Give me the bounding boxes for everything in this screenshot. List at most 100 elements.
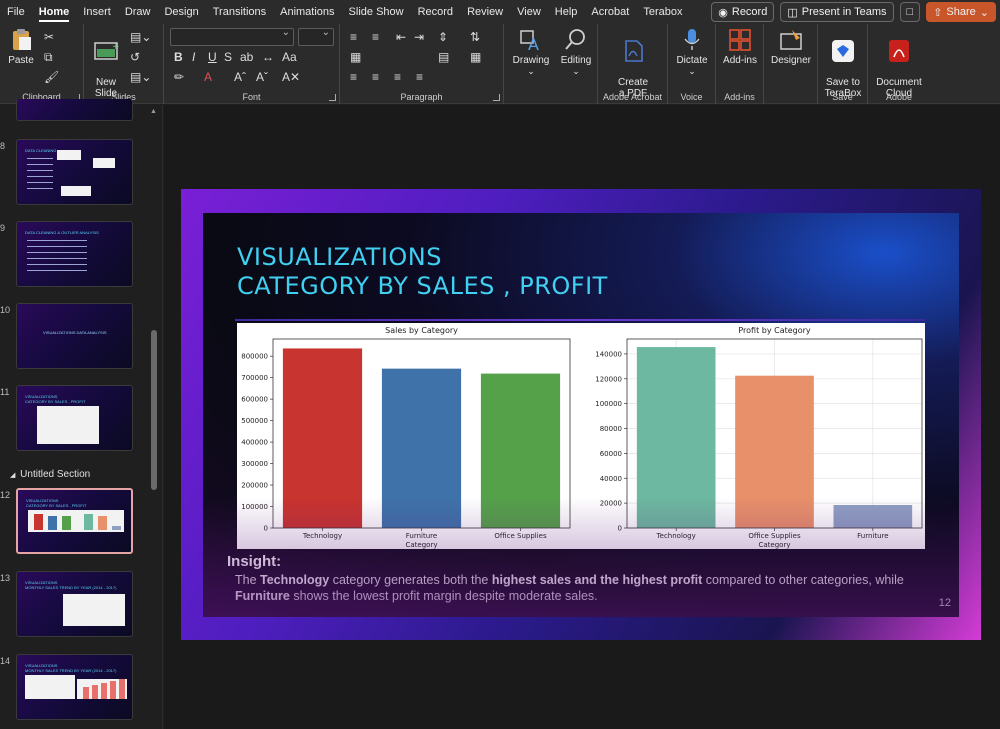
character-spacing-icon[interactable]: ↔ [262,50,274,64]
align-left-icon[interactable]: ≡ [350,70,357,84]
chart-bar [636,347,716,528]
present-in-teams-button[interactable]: ◫ Present in Teams [780,2,894,22]
reset-icon[interactable]: ↺ [130,50,140,64]
strikethrough-icon[interactable]: S [224,50,232,64]
tab-insert[interactable]: Insert [76,0,118,24]
slide-thumbnail[interactable]: DATA CLEANING & OUTLIER ANALYSIS [16,221,133,287]
tab-help[interactable]: Help [548,0,585,24]
create-pdf-button[interactable]: Create a PDF [606,28,660,99]
font-size-select[interactable] [298,27,334,46]
underline-icon[interactable]: U [208,50,217,64]
decrease-font-icon[interactable]: Aˇ [256,70,268,84]
format-painter-icon[interactable]: 🖌 [44,70,59,84]
thumbnail-scrollbar[interactable] [151,330,157,490]
text-direction-icon[interactable]: ⇅ [470,30,480,44]
drawing-button[interactable]: A Drawing ⌄ [510,28,552,77]
x-axis-label: Category [759,541,791,549]
tab-home[interactable]: Home [32,0,77,24]
slide-thumbnail[interactable]: DATA CLEANING [16,139,133,205]
smartart-icon[interactable]: ▦ [470,50,481,64]
document-cloud-button[interactable]: Document Cloud [872,28,926,99]
section-icon[interactable]: ▤⌄ [130,70,151,84]
ribbon: Paste ✂ ⧉ 🖌 Clipboard + New Slide ▤⌄ ↺ ▤… [0,24,1000,104]
charts-svg: Sales by Category01000002000003000004000… [241,326,923,549]
slide-canvas[interactable]: VISUALIZATIONS CATEGORY BY SALES , PROFI… [181,189,981,640]
chevron-down-icon: ⌄ [527,66,535,76]
font-color-icon[interactable]: A [204,70,212,84]
tab-transitions[interactable]: Transitions [206,0,273,24]
charts-image[interactable]: Sales by Category 0 100000 200000 300000 4000… [237,323,925,549]
clear-formatting-icon[interactable]: A✕ [282,70,300,84]
adobe-acrobat-group: Create a PDF Adobe Acrobat [598,24,668,104]
thumbnail-text-line [27,252,87,253]
highlight-icon[interactable]: ✏ [174,70,184,84]
slide-thumbnail[interactable]: VISUALIZATIONS DATA ANALYSIS [16,303,133,369]
thumbnail-bar [62,516,71,530]
align-text-icon[interactable]: ▤ [438,50,449,64]
shadow-icon[interactable]: ab [240,50,253,64]
share-button[interactable]: ⇧ Share ⌄ [926,2,996,22]
change-case-icon[interactable]: Aa [282,50,297,64]
columns-icon[interactable]: ▦ [350,50,361,64]
paste-button[interactable]: Paste [4,28,38,66]
decrease-indent-icon[interactable]: ⇤ [396,30,406,44]
slide-thumbnail[interactable]: VISUALIZATIONS CATEGORY BY SALES , PROFI… [16,488,133,554]
thumbnail-bar [83,687,89,699]
increase-font-icon[interactable]: Aˆ [234,70,246,84]
tab-draw[interactable]: Draw [118,0,158,24]
font-launcher-icon[interactable] [329,94,336,101]
insight-heading[interactable]: Insight: [227,553,281,570]
tab-acrobat[interactable]: Acrobat [584,0,636,24]
chevron-down-icon: ⌄ [572,66,580,76]
numbering-icon[interactable]: ≡ [372,30,379,44]
x-tick-label: Furniture [406,532,437,540]
adobe-acrobat-group-label: Adobe Acrobat [602,92,663,102]
slide-title[interactable]: VISUALIZATIONS CATEGORY BY SALES , PROFI… [237,243,608,301]
scroll-up-icon[interactable]: ▲ [150,108,157,115]
align-right-icon[interactable]: ≡ [394,70,401,84]
tab-design[interactable]: Design [157,0,205,24]
slide-number-label: 13 [0,573,11,583]
powerpoint-window: File Home Insert Draw Design Transitions Anima… [0,0,1000,729]
tab-animations[interactable]: Animations [273,0,341,24]
slide-thumbnail[interactable]: VISUALIZATIONS CATEGORY BY SALES , PROFI… [16,385,133,451]
insight-paragraph[interactable]: The Technology category generates both t… [235,572,935,604]
addins-button[interactable]: Add-ins [720,28,760,66]
tab-review[interactable]: Review [460,0,510,24]
comments-button[interactable]: □ [899,2,921,22]
align-center-icon[interactable]: ≡ [372,70,379,84]
font-name-select[interactable] [170,27,294,46]
save-to-terabox-button[interactable]: Save to TeraBox [822,28,864,99]
y-tick-label: 60000 [600,450,622,458]
line-spacing-icon[interactable]: ⇕ [438,30,448,44]
designer-button[interactable]: Designer [768,28,814,66]
tab-view[interactable]: View [510,0,548,24]
tab-record[interactable]: Record [411,0,460,24]
title-divider [235,319,925,321]
editing-button[interactable]: Editing ⌄ [556,28,596,77]
increase-indent-icon[interactable]: ⇥ [414,30,424,44]
record-button[interactable]: ◉ Record [711,2,775,22]
y-tick-label: 0 [618,525,622,533]
dictate-button[interactable]: Dictate ⌄ [672,28,712,77]
tab-terabox[interactable]: Terabox [636,0,689,24]
slide-thumbnail-7[interactable] [16,99,133,121]
bullets-icon[interactable]: ≡ [350,30,357,44]
new-slide-button[interactable]: + New Slide [90,28,122,99]
teams-icon: ◫ [787,6,798,19]
tab-slide-show[interactable]: Slide Show [342,0,411,24]
copy-icon[interactable]: ⧉ [44,50,53,65]
comment-icon: □ [906,6,914,18]
y-tick-label: 400000 [241,439,268,447]
voice-group-label: Voice [680,92,703,102]
paragraph-launcher-icon[interactable] [493,94,500,101]
slide-thumbnail[interactable]: VISUALIZATIONS MONTHLY SALES TREND BY YE… [16,571,133,637]
slide-thumbnail[interactable]: VISUALIZATIONS MONTHLY SALES TREND BY YE… [16,654,133,720]
italic-icon[interactable]: I [192,50,195,64]
bold-icon[interactable]: B [174,50,183,64]
section-header[interactable]: ◢ Untitled Section [10,469,90,480]
justify-icon[interactable]: ≡ [416,70,423,84]
layout-icon[interactable]: ▤⌄ [130,30,151,44]
tab-file[interactable]: File [0,0,32,24]
cut-icon[interactable]: ✂ [44,30,54,44]
